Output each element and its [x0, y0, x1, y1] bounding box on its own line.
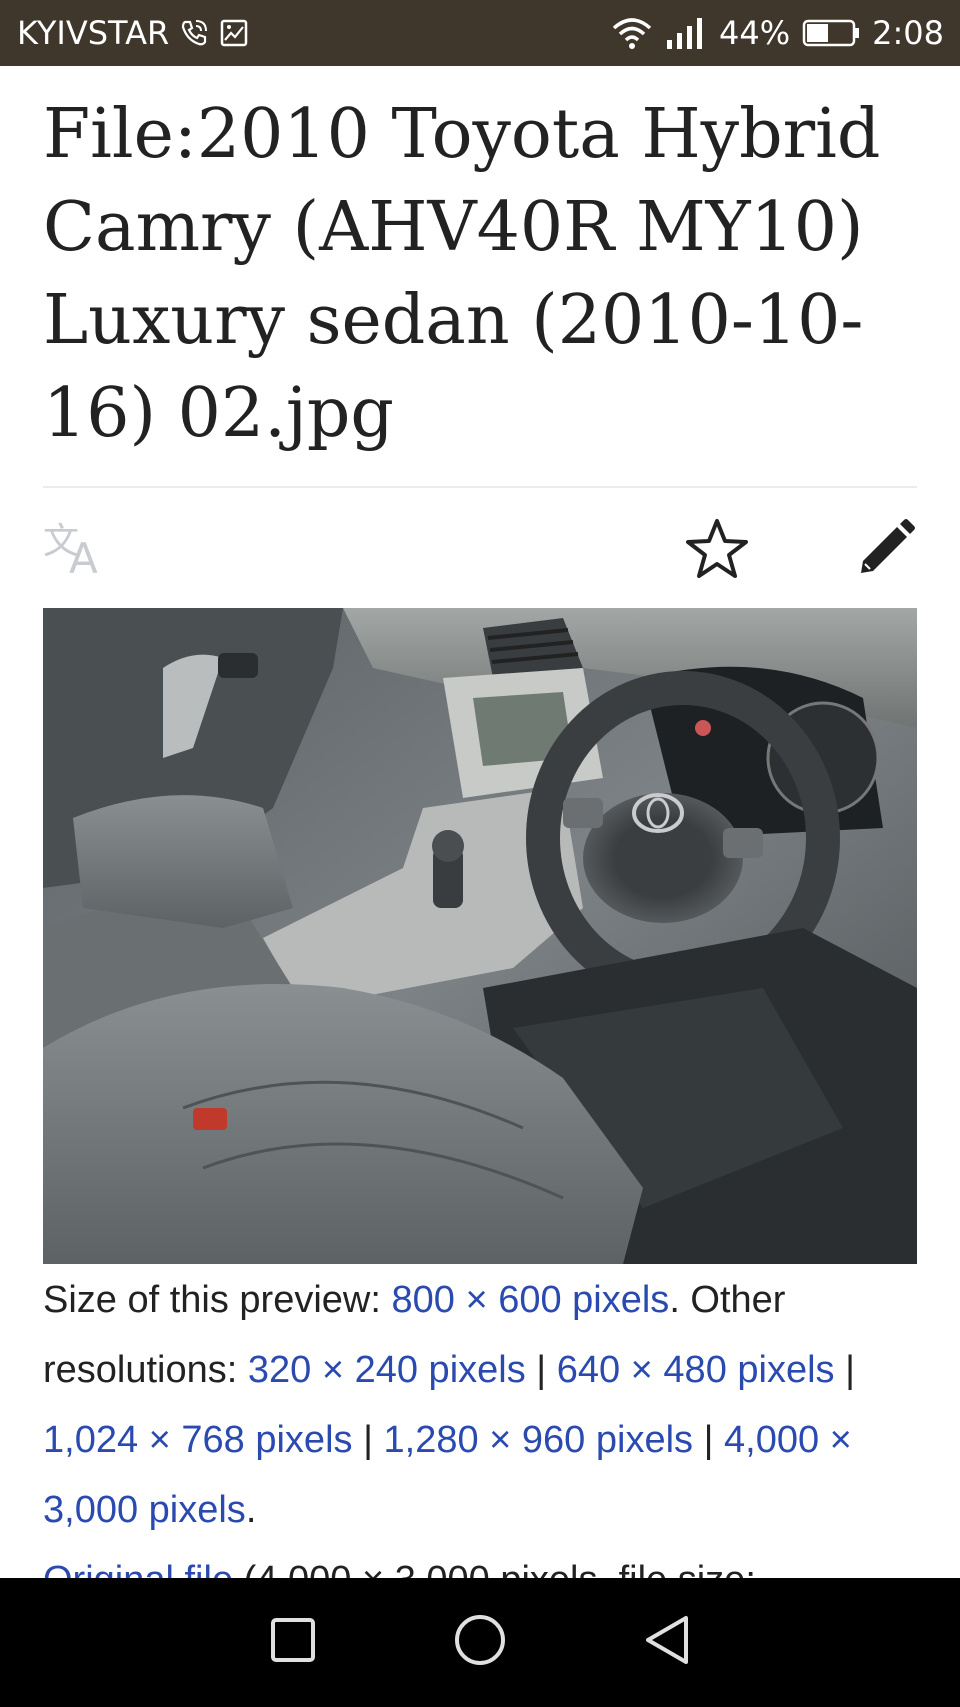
- title-divider: [43, 486, 917, 488]
- separator: |: [352, 1419, 384, 1461]
- resolution-link-640[interactable]: 640 × 480 pixels: [557, 1349, 835, 1391]
- gallery-icon: [219, 18, 249, 48]
- battery-icon: [802, 18, 860, 48]
- car-interior-photo[interactable]: [43, 608, 917, 1264]
- resolution-link-1024[interactable]: 1,024 × 768 pixels: [43, 1419, 353, 1461]
- pencil-icon[interactable]: [853, 517, 917, 586]
- page-title: File:2010 Toyota Hybrid Camry (AHV40R MY…: [43, 95, 881, 453]
- svg-text:A: A: [69, 534, 98, 577]
- file-resolution-info: Size of this preview: 800 × 600 pixels. …: [43, 1265, 923, 1615]
- triangle-back-icon[interactable]: [642, 1613, 692, 1672]
- circle-icon[interactable]: [453, 1613, 507, 1672]
- wifi-calling-icon: [179, 18, 209, 48]
- resolution-link-320[interactable]: 320 × 240 pixels: [248, 1349, 526, 1391]
- resolution-link-1280[interactable]: 1,280 × 960 pixels: [384, 1419, 694, 1461]
- signal-icon: [665, 16, 707, 50]
- clock: 2:08: [872, 14, 944, 52]
- separator: |: [834, 1349, 855, 1391]
- square-icon[interactable]: [268, 1615, 318, 1670]
- translate-icon[interactable]: 文 A: [43, 517, 111, 583]
- wifi-icon: [611, 16, 653, 50]
- status-bar: KYIVSTAR 44% 2:08: [0, 0, 960, 66]
- size-label: Size of this preview:: [43, 1279, 392, 1321]
- carrier-name: KYIVSTAR: [17, 14, 170, 52]
- separator: |: [693, 1419, 725, 1461]
- page-actions-toolbar: 文 A: [43, 505, 917, 589]
- preview-size-link[interactable]: 800 × 600 pixels: [391, 1279, 669, 1321]
- separator: |: [525, 1349, 557, 1391]
- android-nav-bar: [0, 1578, 960, 1707]
- sentence-end: .: [245, 1489, 257, 1531]
- star-icon[interactable]: [683, 515, 751, 588]
- battery-percent: 44%: [719, 14, 791, 52]
